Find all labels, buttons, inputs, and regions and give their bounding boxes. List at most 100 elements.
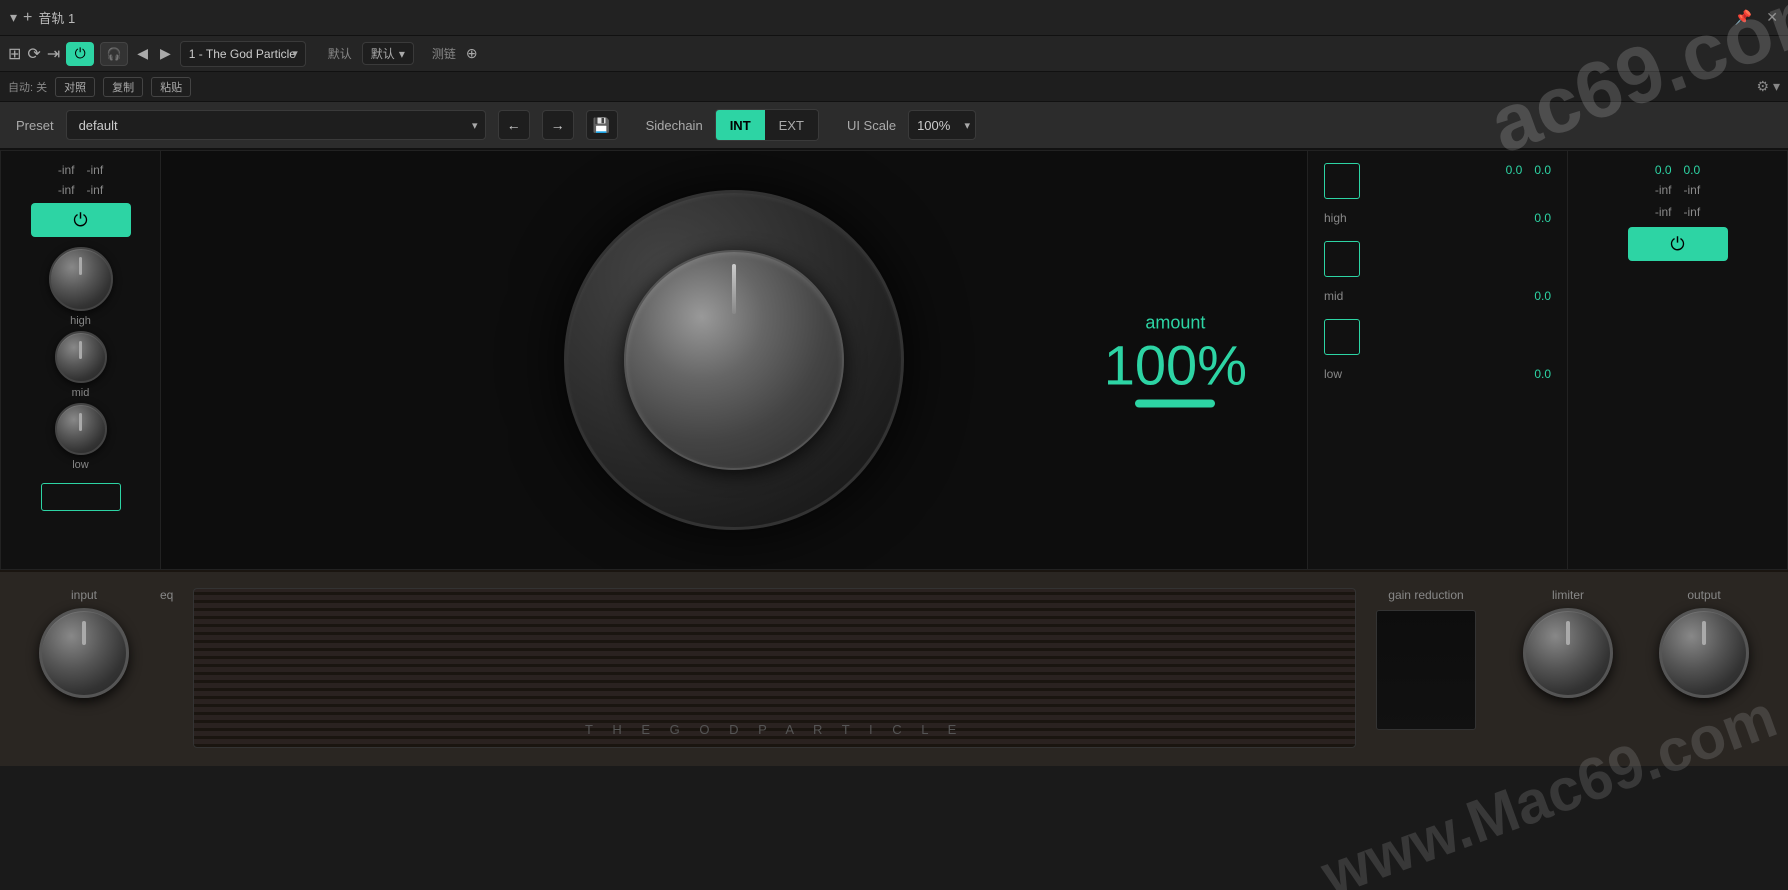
amount-value: 100% <box>1104 334 1247 397</box>
grid-icon[interactable]: ⊞ <box>8 44 21 64</box>
compare-button[interactable]: 对照 <box>55 77 95 97</box>
amount-label: amount <box>1104 313 1247 334</box>
int-button[interactable]: INT <box>716 110 765 140</box>
main-amount-knob[interactable] <box>624 250 844 470</box>
automation-bar: 自动: 关 对照 复制 粘贴 ⚙ ▾ <box>0 72 1788 102</box>
eq-low-row: low 0.0 <box>1324 367 1551 381</box>
close-icon[interactable]: ✕ <box>1766 9 1778 26</box>
ui-scale-label: UI Scale <box>847 118 896 133</box>
copy-button[interactable]: 复制 <box>103 77 143 97</box>
eq-high-row: high 0.0 <box>1324 211 1551 225</box>
default-arrow: ▾ <box>399 47 405 61</box>
high-knob-label: high <box>70 315 91 327</box>
back-btn[interactable]: ◀ <box>134 45 151 62</box>
monitor-button[interactable]: 🎧 <box>100 42 128 66</box>
power-button[interactable]: ⏻ <box>66 42 94 66</box>
forward-btn[interactable]: ▶ <box>157 45 174 62</box>
eq-mid-value: 0.0 <box>1521 289 1551 303</box>
output-meter-right2: -inf <box>1684 205 1701 219</box>
input-knob-section: input <box>24 588 144 698</box>
left-input-strip: -inf -inf -inf -inf ⏻ high mid low <box>1 151 161 569</box>
track-controls-bar: ⊞ ⟳ ⇥ ⏻ 🎧 ◀ ▶ 1 - The God Particle ▾ 默认 … <box>0 36 1788 72</box>
output-power-icon: ⏻ <box>1670 234 1684 255</box>
low-knob-container: low <box>55 403 107 471</box>
eq-band-selector[interactable] <box>41 483 121 511</box>
output-level-1: 0.0 <box>1655 163 1672 177</box>
eq-power-button[interactable]: ⏻ <box>31 203 131 237</box>
eq-val-2: 0.0 <box>1534 163 1551 177</box>
output-meter-row3: -inf -inf <box>1655 205 1700 219</box>
eq-label-section: eq <box>160 588 173 602</box>
sidechain-mode-group: INT EXT <box>715 109 819 141</box>
route-icon[interactable]: ⇥ <box>47 44 60 64</box>
track-name-select[interactable]: 1 - The God Particle <box>180 41 306 67</box>
auto-status-label: 自动: 关 <box>8 79 47 95</box>
limiter-knob[interactable] <box>1523 608 1613 698</box>
eq-mid-row: mid 0.0 <box>1324 289 1551 303</box>
output-meter-row2: -inf -inf <box>1655 183 1700 197</box>
add-icon[interactable]: + <box>23 9 32 27</box>
default-dropdown[interactable]: 默认 ▾ <box>362 42 414 65</box>
low-knob-label: low <box>72 459 89 471</box>
output-knob-section: output <box>1644 588 1764 698</box>
settings-icon[interactable]: ⚙ ▾ <box>1757 78 1780 95</box>
mid-knob-label: mid <box>72 387 90 399</box>
input-knob[interactable] <box>39 608 129 698</box>
speaker-grille: T H E G O D P A R T I C L E <box>193 588 1356 748</box>
high-knob[interactable] <box>49 247 113 311</box>
eq-top-numbers: 0.0 0.0 <box>1506 163 1551 199</box>
test-chain-label: 测链 <box>432 45 456 62</box>
eq-mid-bracket <box>1324 319 1360 355</box>
low-knob[interactable] <box>55 403 107 455</box>
default-text: 默认 <box>371 47 395 61</box>
eq-high-label: high <box>1324 211 1354 225</box>
eq-high-value: 0.0 <box>1521 211 1551 225</box>
output-level-2: 0.0 <box>1684 163 1701 177</box>
dropdown-icon[interactable]: ▾ <box>10 9 17 26</box>
test-chain-icon[interactable]: ⊕ <box>466 45 478 62</box>
output-knob[interactable] <box>1659 608 1749 698</box>
input-level-left-top: -inf <box>58 163 75 177</box>
window-title: 音轨 1 <box>38 8 75 27</box>
limiter-knob-section: limiter <box>1508 588 1628 698</box>
record-icon[interactable]: ⟳ <box>27 44 40 64</box>
output-meter-row1: 0.0 0.0 <box>1655 163 1700 177</box>
preset-forward-button[interactable]: → <box>542 110 574 140</box>
mid-knob[interactable] <box>55 331 107 383</box>
eq-top-values: 0.0 0.0 <box>1324 163 1551 199</box>
pin-icon[interactable]: 📌 <box>1735 9 1752 26</box>
right-output-strip: 0.0 0.0 -inf -inf -inf -inf ⏻ <box>1567 151 1787 569</box>
eq-bracket-top <box>1324 163 1360 199</box>
ext-button[interactable]: EXT <box>765 110 818 140</box>
eq-mid-label: mid <box>1324 289 1354 303</box>
gain-reduction-section: gain reduction <box>1376 588 1476 730</box>
window-title-bar: ▾ + 音轨 1 📌 ✕ <box>0 0 1788 36</box>
preset-back-button[interactable]: ← <box>498 110 530 140</box>
input-label: input <box>71 588 97 602</box>
ui-scale-select[interactable]: 100% 125% 150% <box>908 110 976 140</box>
high-knob-container: high <box>49 247 113 327</box>
eq-high-bracket <box>1324 241 1360 277</box>
paste-button[interactable]: 粘贴 <box>151 77 191 97</box>
amount-display: amount 100% <box>1104 313 1247 408</box>
limiter-label: limiter <box>1552 588 1584 602</box>
mid-knob-container: mid <box>55 331 107 399</box>
center-main-area: amount 100% <box>161 151 1307 569</box>
output-power-button[interactable]: ⏻ <box>1628 227 1728 261</box>
power-icon: ⏻ <box>73 210 87 231</box>
brand-text: T H E G O D P A R T I C L E <box>585 722 964 737</box>
eq-low-value: 0.0 <box>1521 367 1551 381</box>
save-icon: 💾 <box>593 117 610 134</box>
preset-select[interactable]: default <box>66 110 486 140</box>
output-meter-left: -inf <box>1655 183 1672 197</box>
output-meter-right: -inf <box>1684 183 1701 197</box>
input-level-right-top: -inf <box>87 163 104 177</box>
default-label: 默认 <box>328 45 352 62</box>
save-preset-button[interactable]: 💾 <box>586 110 618 140</box>
preset-label: Preset <box>16 118 54 133</box>
preset-wrapper: default ▾ <box>66 110 486 140</box>
input-level-left-mid: -inf <box>58 183 75 197</box>
bottom-section: input eq T H E G O D P A R T I C L E gai… <box>0 570 1788 766</box>
eq-label: eq <box>160 588 173 602</box>
input-meter-top: -inf -inf <box>58 163 103 177</box>
